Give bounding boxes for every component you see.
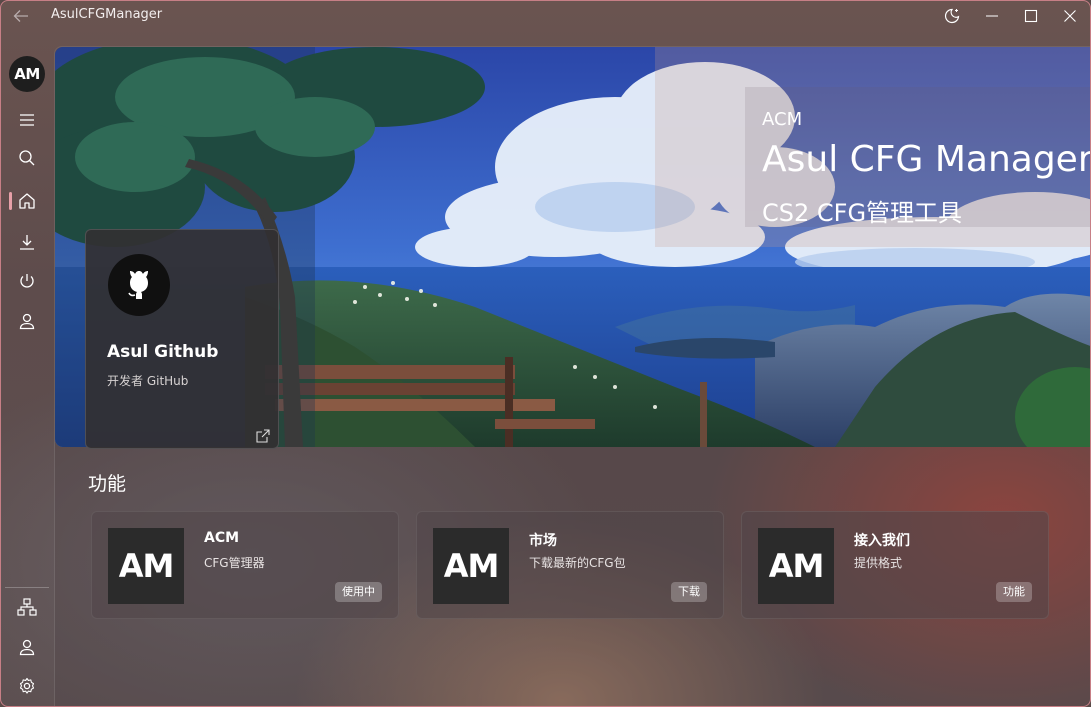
github-icon bbox=[128, 271, 148, 299]
nav-item-search[interactable] bbox=[14, 145, 40, 171]
download-icon bbox=[20, 235, 34, 250]
back-button[interactable] bbox=[9, 5, 33, 27]
feature-description: 下载最新的CFG包 bbox=[529, 556, 626, 570]
back-arrow-icon bbox=[13, 10, 28, 22]
feature-logo: AM bbox=[108, 528, 184, 604]
menu-icon bbox=[20, 114, 34, 126]
moon-icon bbox=[944, 8, 960, 24]
github-logo bbox=[108, 254, 170, 316]
settings-icon bbox=[19, 677, 35, 694]
app-window: AsulCFGManager AM ACM Asul CFG Manager C… bbox=[0, 0, 1091, 707]
power-icon bbox=[20, 274, 34, 288]
close-icon bbox=[1064, 10, 1076, 22]
menu-toggle-button[interactable] bbox=[14, 107, 40, 133]
sidebar-divider bbox=[5, 587, 49, 588]
account-icon bbox=[19, 639, 35, 656]
nav-item-settings[interactable] bbox=[14, 673, 40, 699]
nav-item-download[interactable] bbox=[14, 229, 40, 255]
search-icon bbox=[19, 150, 35, 166]
feature-title: 接入我们 bbox=[854, 533, 910, 549]
github-card-subtitle: 开发者 GitHub bbox=[107, 374, 189, 388]
hero-subtitle: ACM bbox=[762, 109, 803, 130]
maximize-icon bbox=[1024, 9, 1038, 23]
feature-card-acm[interactable]: AM ACM CFG管理器 使用中 bbox=[91, 511, 399, 619]
theme-toggle-button[interactable] bbox=[936, 4, 968, 28]
app-avatar[interactable]: AM bbox=[9, 56, 45, 92]
title-bar: AsulCFGManager bbox=[1, 1, 1090, 31]
external-link-button[interactable] bbox=[256, 428, 272, 444]
minimize-icon bbox=[986, 15, 998, 17]
window-title: AsulCFGManager bbox=[51, 7, 163, 22]
github-card-title: Asul Github bbox=[107, 342, 219, 362]
feature-description: 提供格式 bbox=[854, 556, 903, 570]
external-link-icon bbox=[256, 429, 270, 443]
feature-card-join-us[interactable]: AM 接入我们 提供格式 功能 bbox=[741, 511, 1049, 619]
hero-description: CS2 CFG管理工具 bbox=[762, 199, 963, 227]
close-button[interactable] bbox=[1054, 4, 1086, 28]
feature-badge: 下载 bbox=[671, 582, 707, 602]
network-icon bbox=[17, 598, 37, 616]
main-content: ACM Asul CFG Manager CS2 CFG管理工具 Asul Gi… bbox=[54, 46, 1091, 706]
home-icon bbox=[19, 193, 35, 209]
feature-title: ACM bbox=[204, 530, 240, 546]
maximize-button[interactable] bbox=[1015, 4, 1047, 28]
user-icon bbox=[19, 313, 35, 330]
feature-description: CFG管理器 bbox=[204, 556, 265, 570]
feature-badge: 使用中 bbox=[335, 582, 382, 602]
feature-title: 市场 bbox=[529, 533, 557, 549]
nav-item-user[interactable] bbox=[14, 308, 40, 334]
nav-item-home[interactable] bbox=[14, 188, 40, 214]
minimize-button[interactable] bbox=[976, 4, 1008, 28]
hero-title: Asul CFG Manager bbox=[762, 139, 1091, 180]
nav-item-account[interactable] bbox=[14, 634, 40, 660]
active-indicator bbox=[9, 192, 12, 210]
nav-sidebar: AM bbox=[1, 31, 53, 706]
feature-badge: 功能 bbox=[996, 582, 1032, 602]
nav-item-network[interactable] bbox=[14, 594, 40, 620]
features-section-title: 功能 bbox=[88, 473, 127, 495]
feature-logo: AM bbox=[433, 528, 509, 604]
github-card[interactable]: Asul Github 开发者 GitHub bbox=[85, 229, 279, 449]
feature-card-market[interactable]: AM 市场 下载最新的CFG包 下载 bbox=[416, 511, 724, 619]
nav-item-power[interactable] bbox=[14, 268, 40, 294]
feature-logo: AM bbox=[758, 528, 834, 604]
